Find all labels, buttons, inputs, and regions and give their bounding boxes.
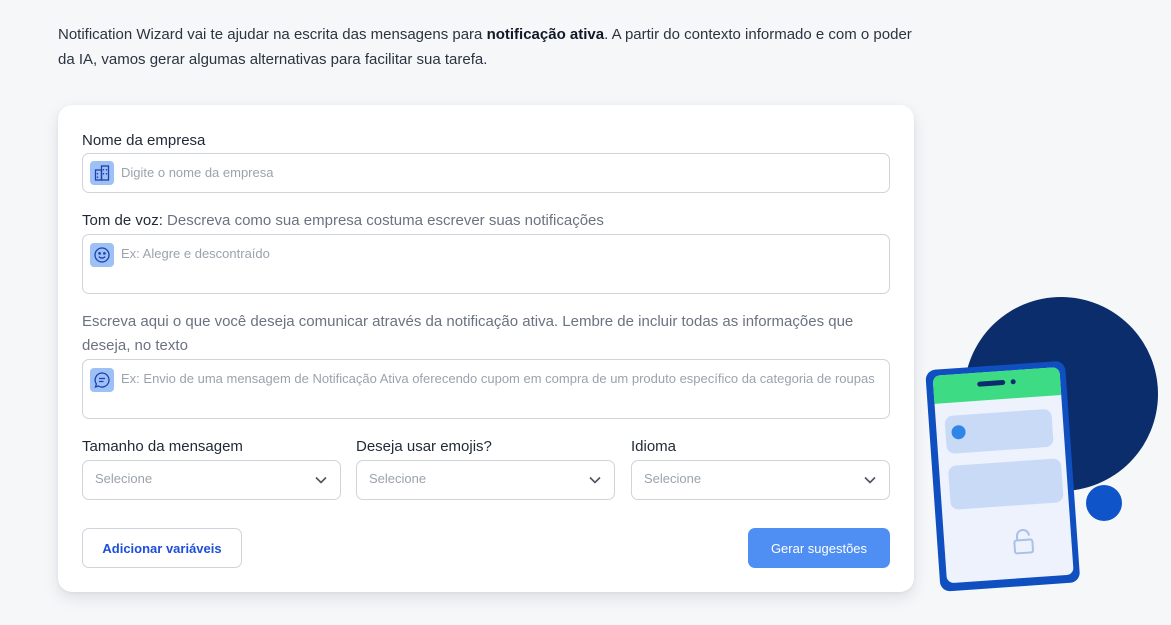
use-emojis-value: Selecione [369, 471, 427, 486]
building-icon [90, 161, 114, 185]
chevron-down-icon [314, 473, 328, 492]
message-input[interactable]: Ex: Envio de uma mensagem de Notificação… [82, 359, 890, 419]
generate-suggestions-button[interactable]: Gerar sugestões [748, 528, 890, 568]
tone-of-voice-hint: Descreva como sua empresa costuma escrev… [162, 212, 604, 229]
message-placeholder: Ex: Envio de uma mensagem de Notificação… [121, 371, 875, 386]
phone-illustration [920, 290, 1160, 600]
intro-text-start: Notification Wizard vai te ajudar na esc… [58, 26, 487, 43]
company-name-placeholder: Digite o nome da empresa [121, 165, 274, 180]
notification-form-card: Nome da empresa Digite o nome da empresa… [58, 105, 914, 592]
use-emojis-select[interactable]: Selecione [356, 460, 615, 500]
language-value: Selecione [644, 471, 702, 486]
tone-of-voice-input[interactable]: Ex: Alegre e descontraído [82, 234, 890, 294]
intro-text: Notification Wizard vai te ajudar na esc… [58, 22, 928, 72]
language-select[interactable]: Selecione [631, 460, 890, 500]
language-label: Idioma [631, 438, 677, 455]
tone-of-voice-label: Tom de voz: Descreva como sua empresa co… [82, 212, 604, 229]
smiley-icon [90, 243, 114, 267]
add-variables-button[interactable]: Adicionar variáveis [82, 528, 242, 568]
message-size-label: Tamanho da mensagem [82, 438, 243, 455]
chevron-down-icon [863, 473, 877, 492]
message-label: Escreva aqui o que você deseja comunicar… [82, 313, 854, 354]
message-icon [90, 368, 114, 392]
message-size-value: Selecione [95, 471, 153, 486]
chevron-down-icon [588, 473, 602, 492]
company-name-label: Nome da empresa [82, 132, 206, 149]
tone-of-voice-title: Tom de voz: [82, 212, 163, 229]
message-size-select[interactable]: Selecione [82, 460, 341, 500]
intro-text-bold: notificação ativa [486, 26, 605, 43]
use-emojis-label: Deseja usar emojis? [356, 438, 492, 455]
company-name-input[interactable]: Digite o nome da empresa [82, 153, 890, 193]
tone-of-voice-placeholder: Ex: Alegre e descontraído [121, 246, 270, 261]
